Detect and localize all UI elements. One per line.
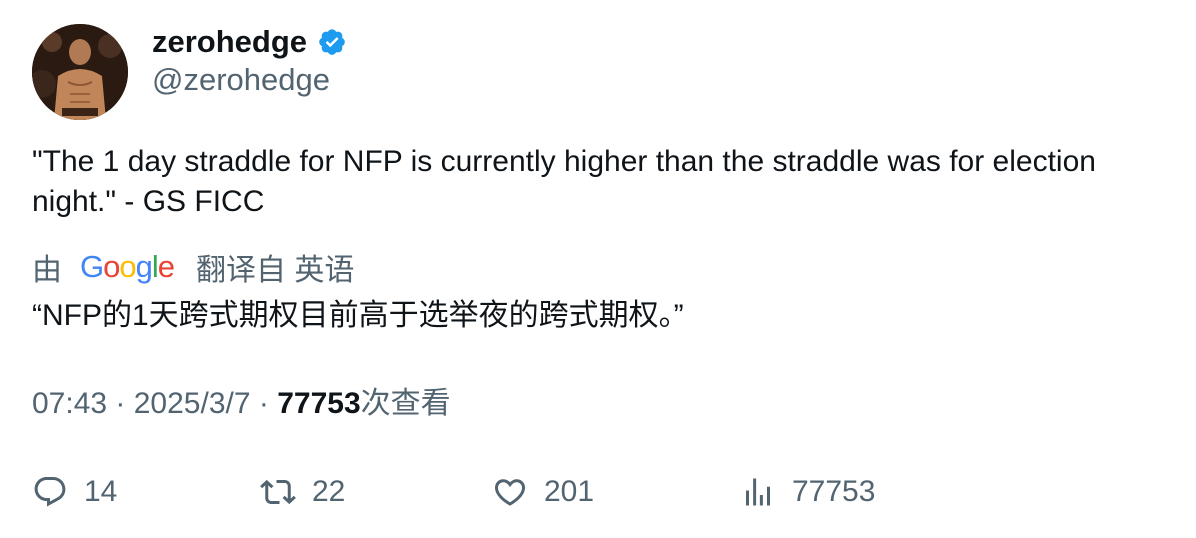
tweet-time[interactable]: 07:43 (32, 387, 107, 420)
avatar[interactable] (32, 24, 128, 120)
views-count: 77753 (792, 475, 876, 508)
views-button[interactable]: 77753 (740, 470, 875, 514)
action-bar: 14 22 201 77753 (32, 470, 1162, 514)
like-button[interactable]: 201 (492, 470, 594, 514)
view-count: 77753 (277, 387, 361, 420)
translated-text: “NFP的1天跨式期权目前高于选举夜的跨式期权。” (32, 299, 684, 332)
reply-count: 14 (84, 475, 118, 508)
translation-from-label[interactable]: 翻译自 英语 (196, 245, 354, 289)
tweet-meta: 07:43 · 2025/3/7 · 77753次查看 (32, 384, 451, 424)
retweet-button[interactable]: 22 (260, 470, 345, 514)
retweet-count: 22 (312, 475, 346, 508)
avatar-image (32, 24, 128, 120)
translation-by-label: 由 (32, 254, 62, 287)
translation-attribution: 由 Google 翻译自 英语 (32, 247, 354, 287)
reply-button[interactable]: 14 (32, 470, 117, 514)
tweet-date[interactable]: 2025/3/7 (134, 387, 251, 420)
verified-badge-icon[interactable] (317, 27, 347, 57)
view-count-label: 次查看 (360, 387, 451, 420)
tweet-text: "The 1 day straddle for NFP is currently… (32, 145, 1096, 218)
analytics-icon (746, 478, 770, 506)
google-logo: Google (80, 249, 175, 284)
meta-separator: · (115, 387, 134, 420)
like-count: 201 (544, 475, 595, 508)
retweet-icon (260, 479, 296, 505)
author-handle[interactable]: @zerohedge (152, 62, 330, 98)
heart-icon (494, 479, 526, 506)
author-name-row: zerohedge (152, 22, 347, 62)
reply-icon (34, 477, 66, 507)
author-display-name[interactable]: zerohedge (152, 24, 307, 60)
meta-separator: · (258, 387, 278, 420)
